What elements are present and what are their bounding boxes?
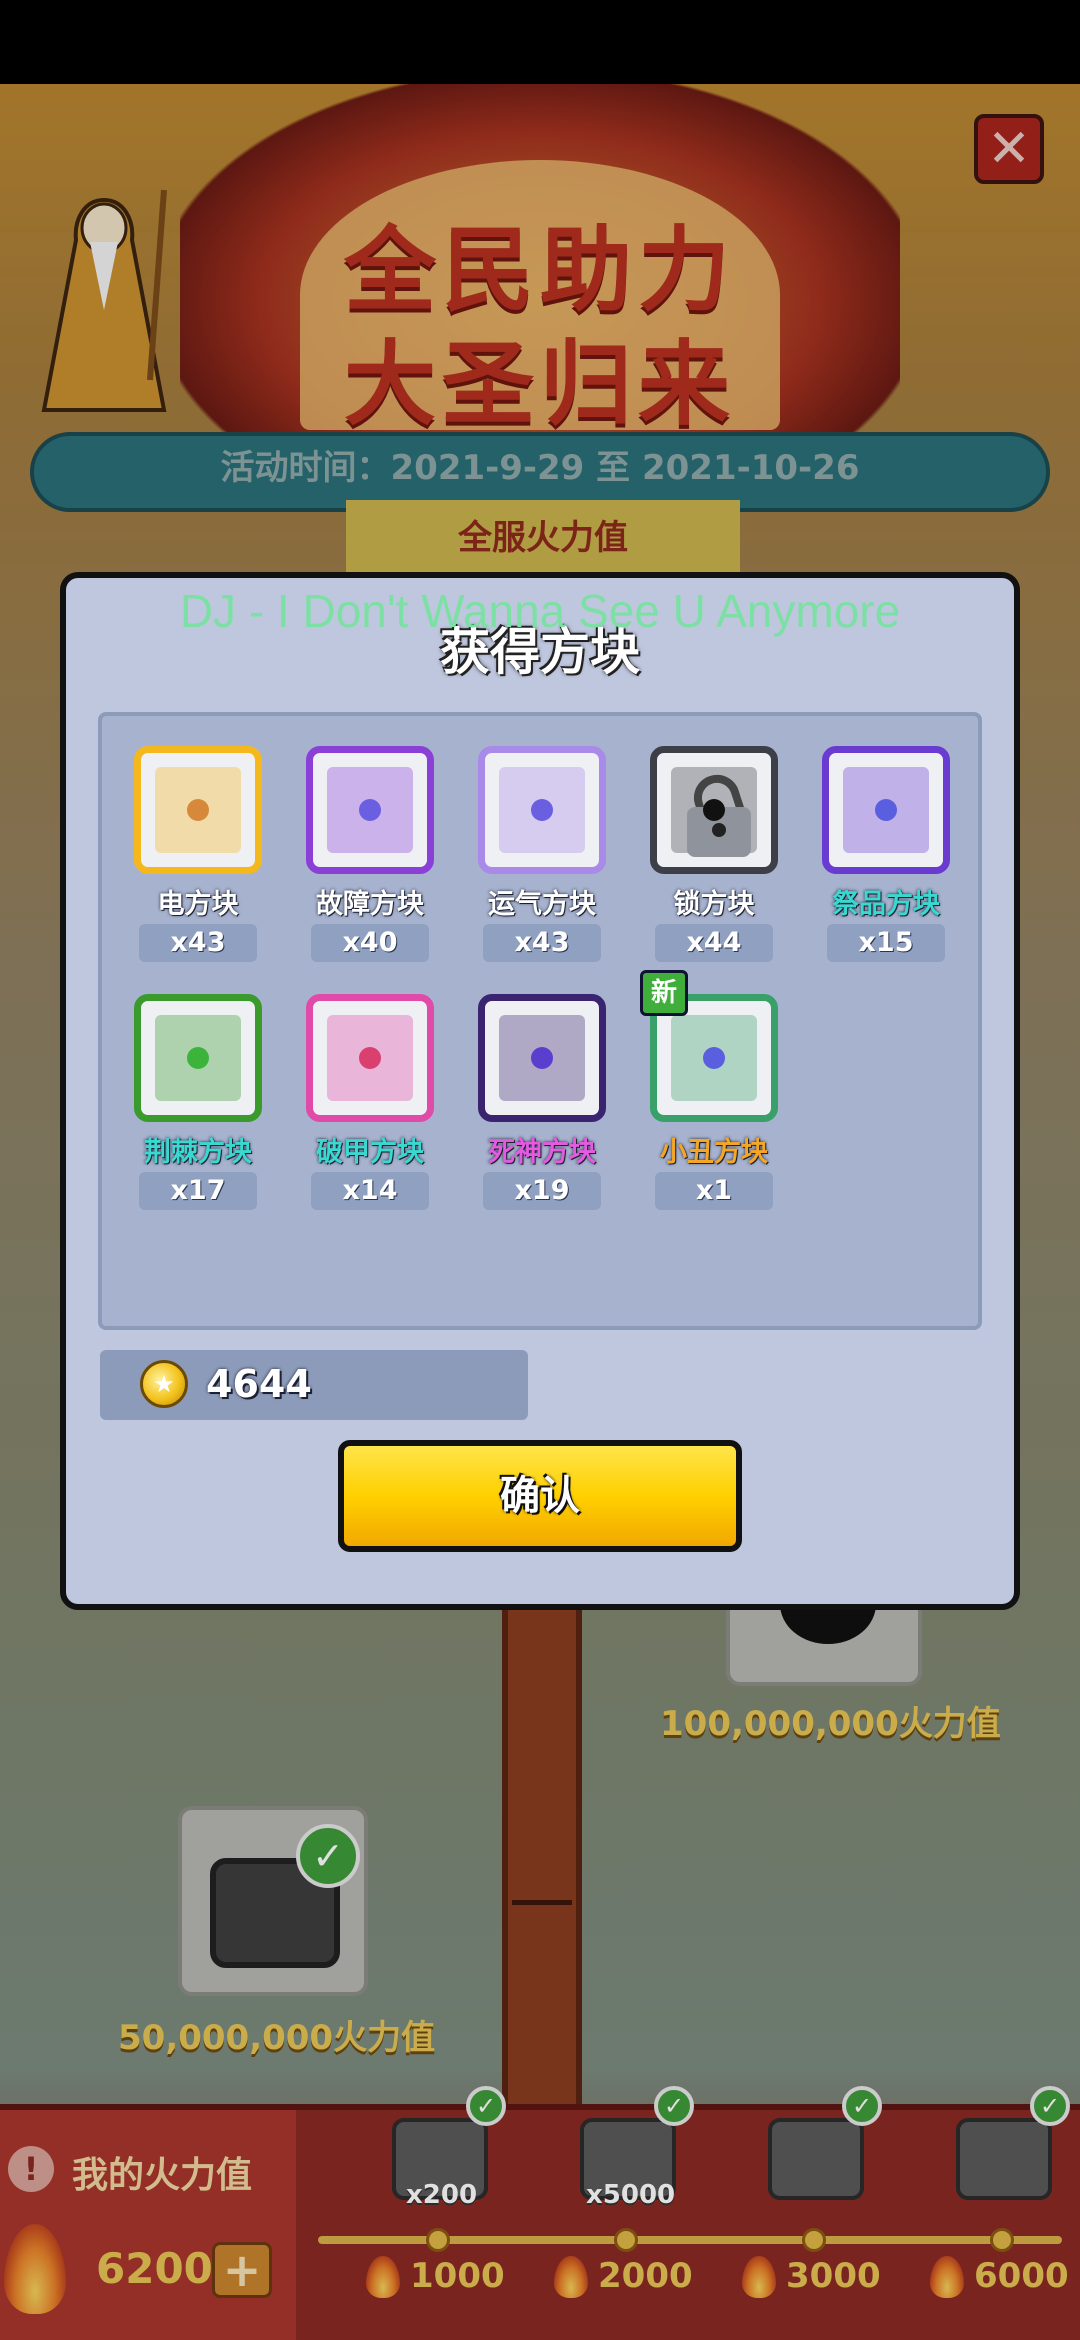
block-tile[interactable] [650,746,778,874]
block-tile[interactable] [478,994,606,1122]
block-name: 破甲方块 [316,1137,424,1168]
block-count: x43 [139,924,257,962]
block-count: x44 [655,924,773,962]
block-dot [359,799,381,821]
block-count: x15 [827,924,945,962]
lock-hole [712,823,726,837]
new-badge: 新 [640,970,688,1016]
block-tile[interactable] [134,746,262,874]
block-count: x14 [311,1172,429,1210]
block-count: x43 [483,924,601,962]
confirm-button-label: 确认 [500,1473,580,1519]
block-name: 故障方块 [316,889,424,920]
block-name: 死神方块 [488,1137,596,1168]
block-dot [875,799,897,821]
block-tile[interactable] [306,746,434,874]
block-name: 电方块 [157,889,239,920]
block-dot [531,1047,553,1069]
block-dot [531,799,553,821]
block-name: 运气方块 [488,889,596,920]
block-name: 小丑方块 [660,1137,768,1168]
confirm-button[interactable]: 确认 [338,1440,742,1552]
block-tile[interactable] [822,746,950,874]
status-bar [0,0,1080,84]
block-count: x1 [655,1172,773,1210]
coin-icon: ★ [140,1360,188,1408]
block-dot [359,1047,381,1069]
block-dot [703,1047,725,1069]
block-tile[interactable] [306,994,434,1122]
block-name: 荆棘方块 [144,1137,252,1168]
block-count: x19 [483,1172,601,1210]
block-name: 祭品方块 [832,889,940,920]
block-count: x17 [139,1172,257,1210]
block-dot [703,799,725,821]
block-tile[interactable] [134,994,262,1122]
block-tile[interactable] [478,746,606,874]
block-dot [187,799,209,821]
song-title-overlay: DJ - I Don't Wanna See U Anymore [179,585,901,637]
block-dot [187,1047,209,1069]
coin-value: 4644 [206,1362,312,1406]
block-count: x40 [311,924,429,962]
block-name: 锁方块 [673,889,755,920]
